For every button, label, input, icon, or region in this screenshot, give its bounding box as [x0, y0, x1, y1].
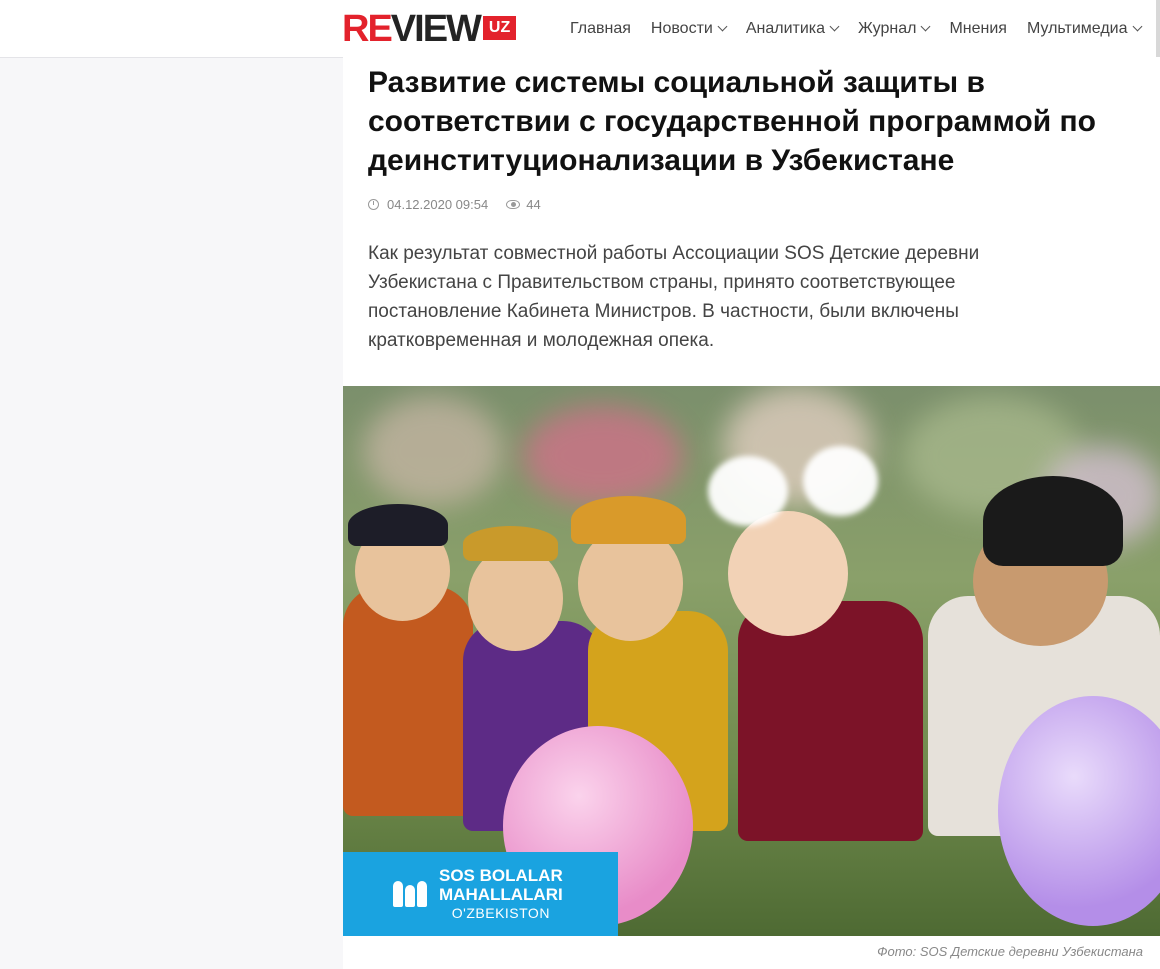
nav-item-label: Мультимедиа	[1026, 19, 1128, 37]
header-edge-bar	[1156, 0, 1160, 57]
article-photo: SOS BOLALAR MAHALLALARI O'ZBEKISTON	[343, 386, 1160, 936]
site-header: RE VIEW UZ Главная Новости Аналитика Жур…	[0, 0, 1160, 58]
kid-cap	[983, 476, 1123, 566]
kid-cap	[348, 504, 448, 546]
chevron-down-icon	[829, 21, 840, 32]
kid-robe	[738, 601, 923, 841]
chevron-down-icon	[717, 21, 728, 32]
hair-bow	[803, 446, 878, 516]
article-meta: 04.12.2020 09:54 44	[368, 197, 541, 212]
photo-bokeh	[363, 396, 503, 506]
photo-caption: Фото: SOS Детские деревни Узбекистана	[877, 944, 1143, 959]
nav-item-journal[interactable]: Журнал	[858, 19, 931, 38]
clock-icon	[368, 199, 379, 210]
kid-face	[468, 546, 563, 651]
sos-logo-line2: MAHALLALARI	[439, 884, 563, 904]
nav-item-analytics[interactable]: Аналитика	[745, 19, 840, 38]
sos-logo-box: SOS BOLALAR MAHALLALARI O'ZBEKISTON	[343, 852, 618, 936]
nav-item-label: Аналитика	[745, 19, 826, 37]
kid-cap	[571, 496, 686, 544]
logo-re: RE	[342, 8, 393, 50]
nav-item-opinions[interactable]: Мнения	[949, 20, 1007, 38]
nav-item-label: Главная	[570, 19, 631, 37]
nav-item-label: Новости	[650, 19, 713, 37]
article: Развитие системы социальной защиты в соо…	[343, 57, 1160, 969]
kid-face	[728, 511, 848, 636]
main-nav: Главная Новости Аналитика Журнал Мнения …	[560, 0, 1151, 57]
nav-item-label: Журнал	[858, 19, 917, 37]
sos-logo-text: SOS BOLALAR MAHALLALARI O'ZBEKISTON	[439, 866, 563, 923]
site-logo[interactable]: RE VIEW UZ	[342, 8, 517, 50]
sos-children-icon	[389, 879, 431, 909]
nav-item-label: Мнения	[949, 19, 1007, 37]
chevron-down-icon	[920, 21, 931, 32]
sos-logo-line1: SOS BOLALAR	[439, 865, 563, 885]
article-views: 44	[526, 197, 541, 212]
logo-view: VIEW	[390, 8, 482, 50]
sos-logo-line3: O'ZBEKISTON	[451, 904, 550, 921]
article-date: 04.12.2020 09:54	[387, 197, 489, 212]
logo-uz-badge: UZ	[482, 16, 517, 40]
nav-item-multimedia[interactable]: Мультимедиа	[1026, 19, 1142, 38]
hair-bow	[708, 456, 788, 526]
photo-bokeh	[523, 406, 683, 506]
chevron-down-icon	[1132, 21, 1142, 32]
nav-item-news[interactable]: Новости	[650, 19, 728, 38]
kid-cap	[463, 526, 558, 561]
article-title: Развитие системы социальной защиты в соо…	[368, 66, 1096, 177]
nav-item-home[interactable]: Главная	[570, 20, 631, 38]
article-lead: Как результат совместной работы Ассоциац…	[368, 243, 980, 351]
eye-icon	[506, 200, 521, 209]
